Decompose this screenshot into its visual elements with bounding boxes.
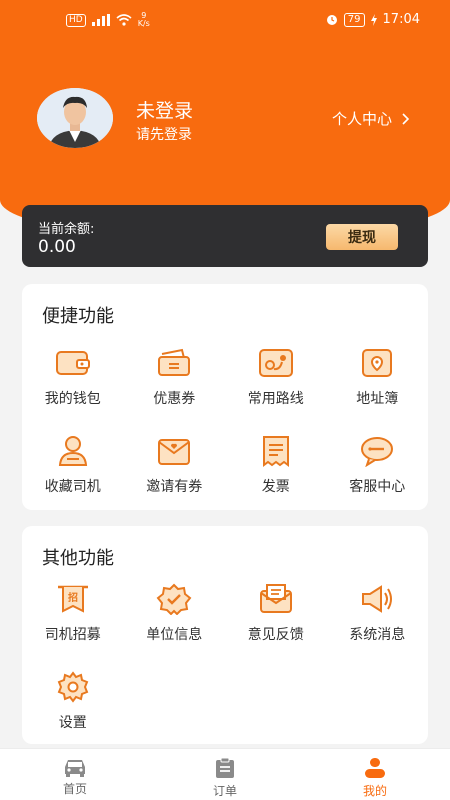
func-customer-service[interactable]: 客服中心 (327, 434, 429, 510)
func-coupon-label: 优惠券 (153, 391, 196, 407)
route-icon (257, 346, 295, 380)
net-speed: 9 K/s (138, 12, 150, 28)
net-speed-unit: K/s (137, 19, 150, 28)
alarm-icon (326, 14, 337, 25)
battery-level: 79 (343, 12, 365, 27)
personal-center-label: 个人中心 (331, 110, 392, 128)
speaker-icon (358, 582, 396, 616)
bottom-nav: 首页 订单 我的 (0, 748, 450, 800)
status-bar: HD 9 K/s 79 17:04 (0, 10, 450, 34)
chevron-right-icon (402, 112, 410, 125)
user-icon (365, 758, 385, 778)
balance-card: 当前余额: 0.00 提现 (22, 205, 428, 267)
other-functions-panel: 其他功能 招 司机招募 单位信息 意见反馈 系统消息 设置 (22, 526, 428, 744)
func-customer-service-label: 客服中心 (349, 479, 406, 495)
func-invite[interactable]: 邀请有券 (124, 434, 226, 510)
favorite-driver-icon (54, 434, 92, 468)
wifi-icon (116, 14, 132, 26)
func-invite-label: 邀请有券 (146, 479, 203, 495)
func-favorite-driver-label: 收藏司机 (44, 479, 101, 495)
gear-icon (54, 670, 92, 704)
func-address-book[interactable]: 地址簿 (327, 346, 429, 422)
company-info-icon (155, 582, 193, 616)
func-coupon[interactable]: 优惠券 (124, 346, 226, 422)
login-prompt[interactable]: 请先登录 (136, 124, 192, 144)
coupon-icon (155, 346, 193, 380)
func-invoice-label: 发票 (261, 479, 290, 495)
func-address-book-label: 地址簿 (356, 391, 399, 407)
func-system-message[interactable]: 系统消息 (327, 582, 429, 658)
func-feedback-label: 意见反馈 (247, 627, 304, 643)
withdraw-button[interactable]: 提现 (326, 224, 398, 250)
func-recruit-label: 司机招募 (44, 627, 101, 643)
func-system-message-label: 系统消息 (349, 627, 406, 643)
other-functions-grid: 招 司机招募 单位信息 意见反馈 系统消息 设置 (22, 582, 428, 746)
status-right: 79 17:04 (326, 12, 420, 27)
nav-mine[interactable]: 我的 (300, 749, 450, 800)
signal-icon (91, 14, 110, 26)
quick-functions-grid: 我的钱包 优惠券 常用路线 地址簿 收藏司机 邀请有券 发票 客服中心 (22, 346, 428, 510)
invoice-icon (257, 434, 295, 468)
quick-functions-panel: 便捷功能 我的钱包 优惠券 常用路线 地址簿 收藏司机 邀请有券 发票 客服中心 (22, 284, 428, 510)
hd-badge: HD (66, 13, 86, 27)
status-left: HD 9 K/s (66, 12, 150, 28)
func-invoice[interactable]: 发票 (225, 434, 327, 510)
personal-center-link[interactable]: 个人中心 (332, 108, 410, 129)
car-icon (65, 760, 85, 777)
func-company-info[interactable]: 单位信息 (124, 582, 226, 658)
nav-orders-label: 订单 (212, 784, 237, 798)
charging-icon (370, 13, 377, 26)
wallet-icon (54, 346, 92, 380)
nav-home[interactable]: 首页 (0, 749, 150, 800)
clock-time: 17:04 (382, 12, 420, 27)
balance-amount: 0.00 (38, 237, 76, 257)
invite-icon (155, 434, 193, 468)
nav-home-label: 首页 (62, 782, 87, 796)
func-wallet-label: 我的钱包 (44, 391, 101, 407)
func-wallet[interactable]: 我的钱包 (22, 346, 124, 422)
avatar[interactable] (37, 88, 113, 148)
func-route[interactable]: 常用路线 (225, 346, 327, 422)
func-favorite-driver[interactable]: 收藏司机 (22, 434, 124, 510)
other-functions-title: 其他功能 (42, 548, 114, 569)
feedback-icon (257, 582, 295, 616)
func-recruit[interactable]: 招 司机招募 (22, 582, 124, 658)
clipboard-icon (216, 757, 234, 778)
nav-orders[interactable]: 订单 (150, 749, 300, 800)
recruit-icon: 招 (54, 582, 92, 616)
address-book-icon (358, 346, 396, 380)
recruit-glyph: 招 (68, 591, 78, 604)
func-company-info-label: 单位信息 (146, 627, 203, 643)
avatar-person-icon (37, 88, 113, 148)
func-settings-label: 设置 (58, 715, 87, 731)
func-settings[interactable]: 设置 (22, 670, 124, 746)
quick-functions-title: 便捷功能 (42, 306, 114, 327)
balance-label: 当前余额: (38, 222, 95, 237)
nav-mine-label: 我的 (362, 784, 387, 798)
func-feedback[interactable]: 意见反馈 (225, 582, 327, 658)
customer-service-icon (358, 434, 396, 468)
func-route-label: 常用路线 (247, 391, 304, 407)
user-name[interactable]: 未登录 (136, 96, 193, 123)
